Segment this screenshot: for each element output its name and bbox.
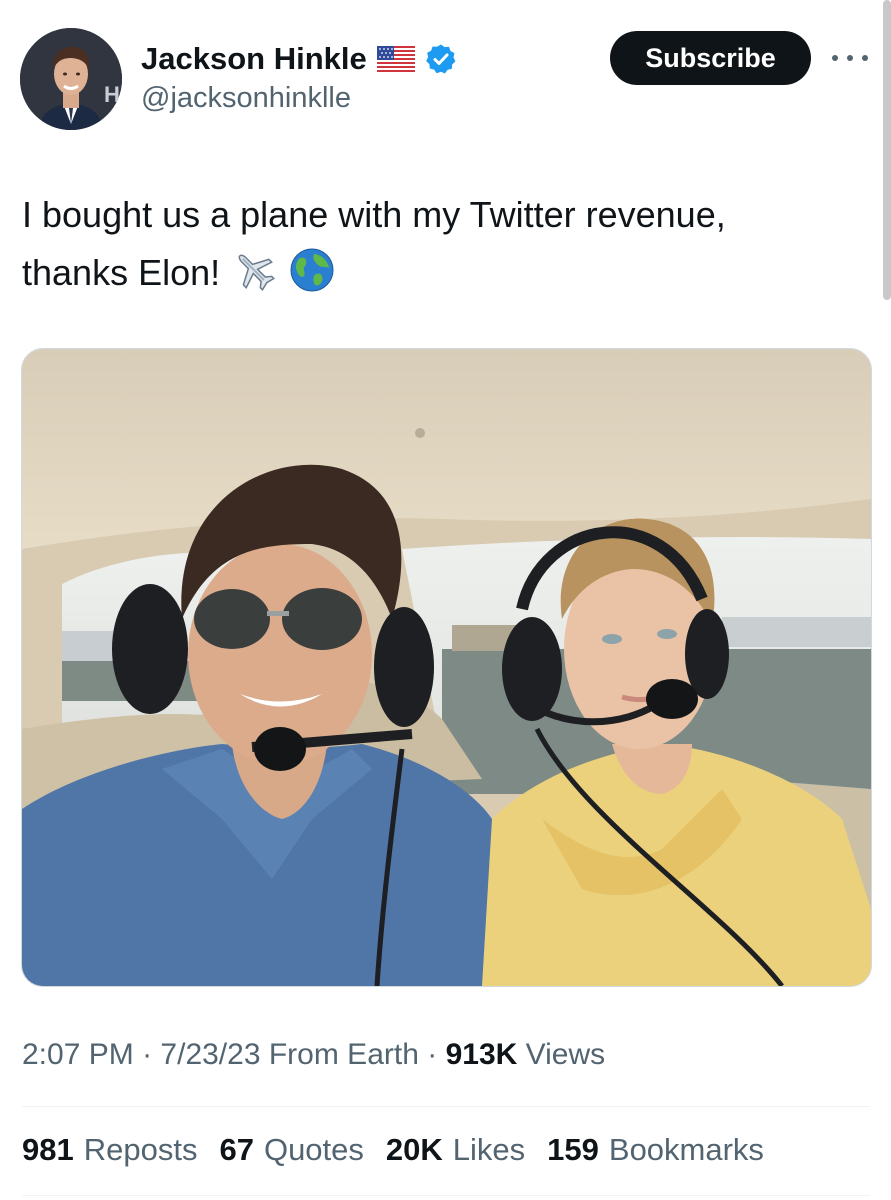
views-count[interactable]: 913K bbox=[446, 1038, 518, 1071]
divider bbox=[22, 1106, 870, 1107]
likes-stat[interactable]: 20K Likes bbox=[386, 1132, 525, 1168]
us-flag-icon bbox=[376, 46, 415, 72]
author-name-row: Jackson Hinkle bbox=[141, 38, 457, 80]
avatar-photo: HB bbox=[20, 28, 122, 130]
engagement-stats: 981 Reposts 67 Quotes 20K Likes 159 Bookmark… bbox=[22, 1132, 764, 1168]
tweet-photo[interactable] bbox=[21, 348, 872, 987]
airplane-emoji bbox=[238, 255, 276, 292]
likes-label: Likes bbox=[452, 1132, 526, 1167]
bookmarks-label: Bookmarks bbox=[608, 1132, 764, 1167]
more-dot bbox=[847, 55, 853, 61]
avatar-logo-text: HB bbox=[104, 82, 122, 107]
meta-separator: · bbox=[427, 1038, 438, 1071]
quotes-label: Quotes bbox=[263, 1132, 364, 1167]
meta-separator: · bbox=[142, 1038, 153, 1071]
more-dot bbox=[832, 55, 838, 61]
reposts-stat[interactable]: 981 Reposts bbox=[22, 1132, 197, 1168]
quotes-count: 67 bbox=[219, 1132, 254, 1167]
reposts-count: 981 bbox=[22, 1132, 74, 1167]
verified-badge-icon[interactable] bbox=[425, 43, 457, 75]
more-options-icon[interactable] bbox=[832, 44, 868, 72]
views-label[interactable]: Views bbox=[526, 1038, 605, 1071]
tweet-text-line1: I bought us a plane with my Twitter reve… bbox=[22, 194, 726, 235]
author-handle[interactable]: @jacksonhinklle bbox=[141, 82, 351, 115]
tweet-text: I bought us a plane with my Twitter reve… bbox=[22, 186, 862, 302]
author-name[interactable]: Jackson Hinkle bbox=[141, 41, 367, 77]
tweet-text-line2-wrap: thanks Elon! bbox=[22, 244, 862, 302]
more-dot bbox=[862, 55, 868, 61]
bookmarks-count: 159 bbox=[547, 1132, 599, 1167]
subscribe-button[interactable]: Subscribe bbox=[610, 31, 811, 85]
quotes-stat[interactable]: 67 Quotes bbox=[219, 1132, 363, 1168]
avatar[interactable]: HB bbox=[20, 28, 122, 130]
tweet-date[interactable]: 7/23/23 bbox=[160, 1038, 260, 1071]
tweet-source: From Earth bbox=[268, 1038, 419, 1071]
cockpit-selfie-image bbox=[22, 349, 871, 986]
tweet-meta: 2:07 PM · 7/23/23 From Earth · 913K View… bbox=[22, 1038, 605, 1072]
bookmarks-stat[interactable]: 159 Bookmarks bbox=[547, 1132, 764, 1168]
tweet-text-line2: thanks Elon! bbox=[22, 252, 221, 293]
divider bbox=[22, 1195, 870, 1196]
globe-emoji bbox=[290, 248, 334, 292]
tweet-time[interactable]: 2:07 PM bbox=[22, 1038, 134, 1071]
likes-count: 20K bbox=[385, 1132, 443, 1167]
page-scrollbar[interactable] bbox=[883, 0, 891, 300]
reposts-label: Reposts bbox=[83, 1132, 198, 1167]
